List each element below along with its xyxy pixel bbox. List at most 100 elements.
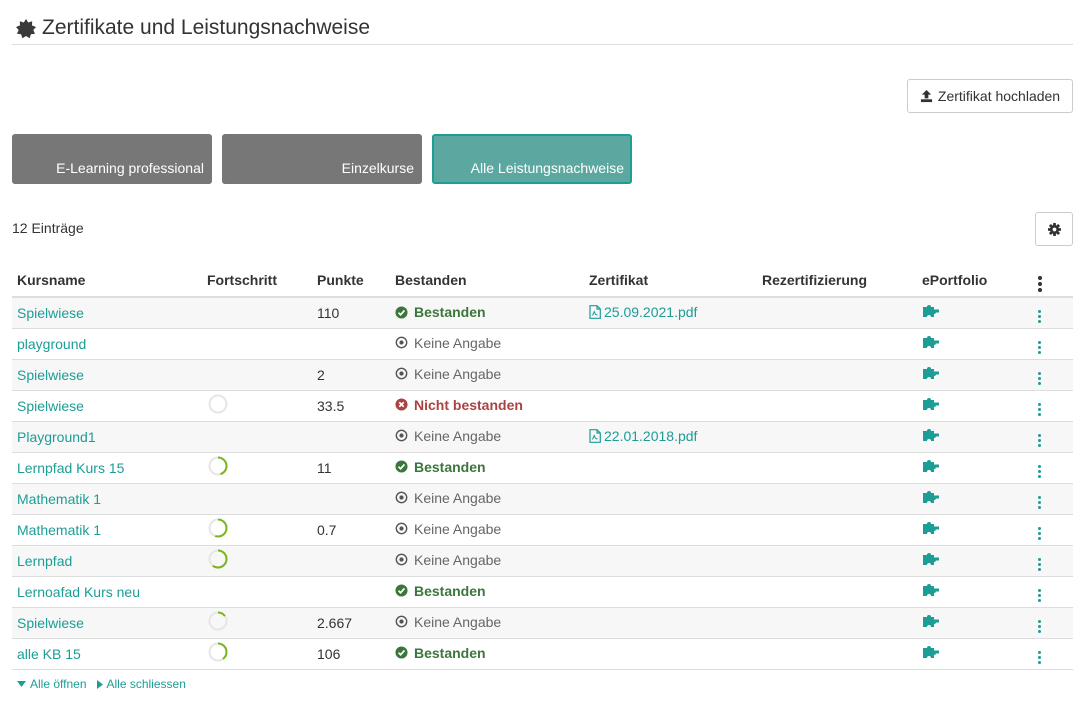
course-name-link[interactable]: Spielwiese <box>17 367 84 383</box>
puzzle-icon[interactable] <box>922 520 940 536</box>
cell-eportfolio <box>917 607 1029 639</box>
puzzle-icon[interactable] <box>922 613 940 629</box>
status-label: Keine Angabe <box>414 365 502 382</box>
puzzle-icon[interactable] <box>922 582 940 598</box>
table-settings-button[interactable] <box>1035 212 1073 246</box>
course-name-link[interactable]: alle KB 15 <box>17 646 81 662</box>
kebab-icon[interactable] <box>1034 339 1045 356</box>
check-circle-icon <box>395 305 408 319</box>
cell-rezertifizierung <box>757 297 917 329</box>
tab-e-learning-professional[interactable]: E-Learning professional <box>12 134 212 184</box>
certificate-link[interactable]: 22.01.2018.pdf <box>589 428 697 444</box>
cell-fortschritt <box>202 576 312 608</box>
cell-punkte <box>312 545 390 577</box>
kebab-icon[interactable] <box>1034 274 1046 294</box>
upload-certificate-button[interactable]: Zertifikat hochladen <box>907 79 1073 113</box>
dot-circle-icon <box>395 615 408 628</box>
status-badge: Bestanden <box>395 645 486 661</box>
tab-alle-leistungsnachweise[interactable]: Alle Leistungsnachweise <box>432 134 632 184</box>
cell-bestanden: Keine Angabe <box>390 421 584 453</box>
tab-label: E-Learning professional <box>56 160 204 176</box>
kebab-icon[interactable] <box>1034 649 1045 666</box>
puzzle-icon[interactable] <box>922 365 940 381</box>
puzzle-icon[interactable] <box>922 334 940 350</box>
cell-rezertifizierung <box>757 421 917 453</box>
puzzle-icon[interactable] <box>922 303 940 319</box>
caret-down-icon <box>17 681 26 687</box>
status-badge: Bestanden <box>395 304 486 320</box>
course-name-link[interactable]: Lernpfad <box>17 553 72 569</box>
table-row: alle KB 15 106 Bestanden <box>12 638 1073 670</box>
kebab-icon[interactable] <box>1034 463 1045 480</box>
cell-zertifikat <box>584 452 757 484</box>
kebab-icon[interactable] <box>1034 370 1045 387</box>
status-label: Keine Angabe <box>414 489 502 506</box>
course-name-link[interactable]: Mathematik 1 <box>17 522 101 538</box>
cell-zertifikat <box>584 390 757 422</box>
kebab-icon[interactable] <box>1034 587 1045 604</box>
kebab-icon[interactable] <box>1034 525 1045 542</box>
cell-eportfolio <box>917 545 1029 577</box>
column-header-zertifikat[interactable]: Zertifikat <box>584 264 757 298</box>
kebab-icon[interactable] <box>1034 308 1045 325</box>
status-badge: Keine Angabe <box>395 552 501 568</box>
tab-einzelkurse[interactable]: Einzelkurse <box>222 134 422 184</box>
cell-punkte <box>312 328 390 360</box>
puzzle-icon[interactable] <box>922 458 940 474</box>
status-badge: Bestanden <box>395 583 486 599</box>
course-name-link[interactable]: Spielwiese <box>17 615 84 631</box>
close-all-link[interactable]: Alle schliessen <box>96 677 186 691</box>
puzzle-icon[interactable] <box>922 396 940 412</box>
column-header-eportfolio[interactable]: ePortfolio <box>917 264 1029 298</box>
cell-bestanden: Keine Angabe <box>390 514 584 546</box>
open-all-link[interactable]: Alle öffnen <box>17 677 87 691</box>
cell-fortschritt <box>202 328 312 360</box>
status-label: Bestanden <box>414 582 486 599</box>
table-row: Mathematik 1 0.7 Keine Angabe <box>12 514 1073 546</box>
cell-zertifikat <box>584 545 757 577</box>
puzzle-icon[interactable] <box>922 644 940 660</box>
kebab-icon[interactable] <box>1034 494 1045 511</box>
course-name-link[interactable]: Spielwiese <box>17 398 84 414</box>
puzzle-icon[interactable] <box>922 551 940 567</box>
certificate-link[interactable]: 25.09.2021.pdf <box>589 304 697 320</box>
column-header-rezertifizierung[interactable]: Rezertifizierung <box>757 264 917 298</box>
column-header-actions[interactable] <box>1029 264 1073 298</box>
course-name-link[interactable]: Spielwiese <box>17 305 84 321</box>
status-badge: Keine Angabe <box>395 366 501 382</box>
course-name-link[interactable]: Mathematik 1 <box>17 491 101 507</box>
gear-icon <box>1047 222 1061 236</box>
kebab-icon[interactable] <box>1034 556 1045 573</box>
puzzle-icon[interactable] <box>922 489 940 505</box>
kebab-icon[interactable] <box>1034 618 1045 635</box>
course-name-link[interactable]: playground <box>17 336 86 352</box>
table-row: Spielwiese 33.5 Nicht bestanden <box>12 390 1073 422</box>
cell-kursname: Playground1 <box>12 421 202 453</box>
column-header-fortschritt[interactable]: Fortschritt <box>202 264 312 298</box>
course-name-link[interactable]: Lernoafad Kurs neu <box>17 584 140 600</box>
cell-bestanden: Bestanden <box>390 576 584 608</box>
kebab-icon[interactable] <box>1034 401 1045 418</box>
check-circle-icon <box>395 460 408 473</box>
column-header-punkte[interactable]: Punkte <box>312 264 390 298</box>
kebab-icon[interactable] <box>1034 432 1045 449</box>
cell-zertifikat <box>584 359 757 391</box>
course-name-link[interactable]: Lernpfad Kurs 15 <box>17 460 124 476</box>
status-badge: Keine Angabe <box>395 521 501 537</box>
status-badge: Nicht bestanden <box>395 397 523 413</box>
cell-eportfolio <box>917 638 1029 670</box>
page-title: Zertifikate und Leistungsnachweise <box>42 16 371 39</box>
table-row: Lernpfad Kurs 15 11 Bestanden <box>12 452 1073 484</box>
cell-fortschritt <box>202 390 312 422</box>
cell-kursname: Spielwiese <box>12 297 202 329</box>
cell-zertifikat <box>584 514 757 546</box>
cell-actions <box>1029 452 1073 484</box>
cell-actions <box>1029 576 1073 608</box>
column-header-bestanden[interactable]: Bestanden <box>390 264 584 298</box>
column-header-kursname[interactable]: Kursname <box>12 264 202 298</box>
status-badge: Keine Angabe <box>395 428 501 444</box>
cell-actions <box>1029 483 1073 515</box>
course-name-link[interactable]: Playground1 <box>17 429 96 445</box>
progress-ring <box>208 456 228 476</box>
puzzle-icon[interactable] <box>922 427 940 443</box>
